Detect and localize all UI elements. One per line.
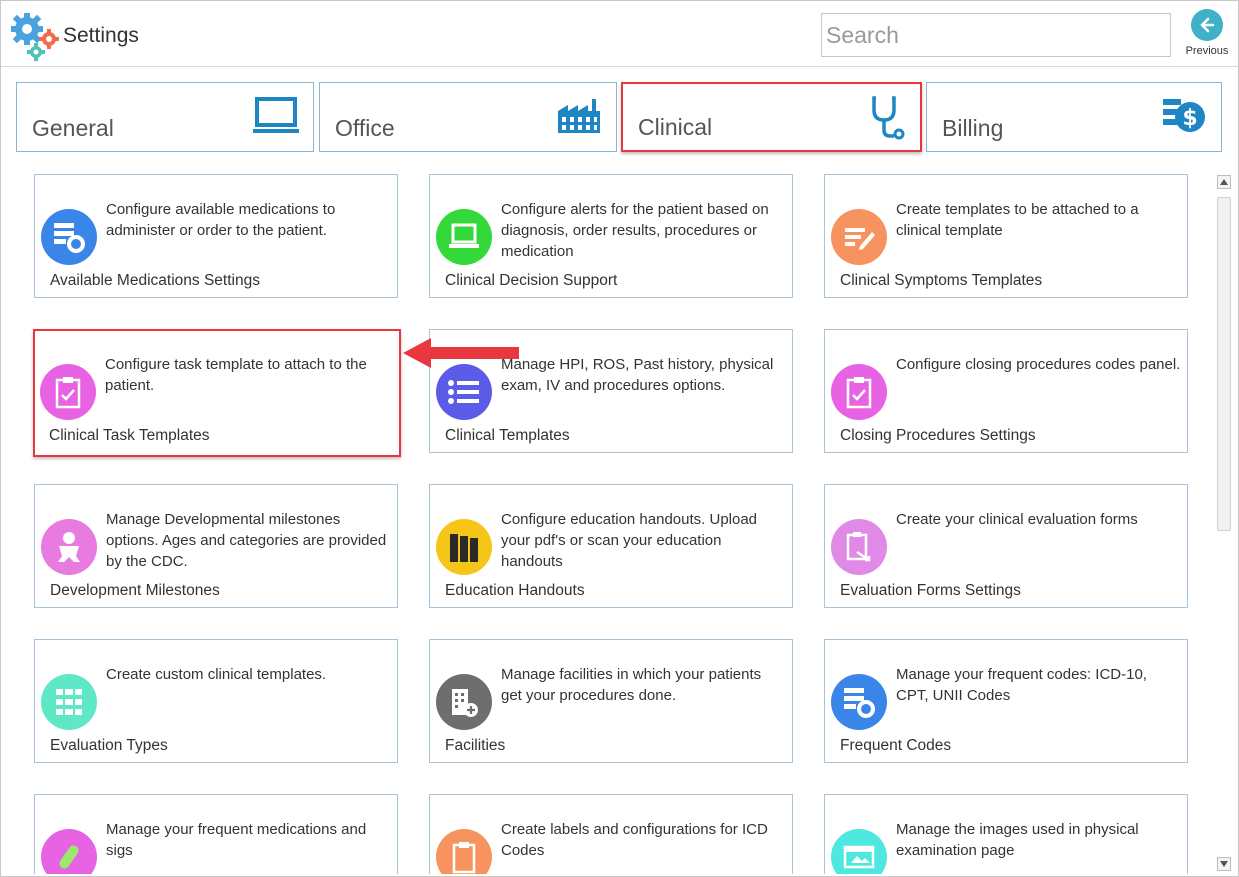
building-add-icon — [436, 674, 492, 730]
card-evaluation-forms-settings[interactable]: Create your clinical evaluation forms Ev… — [824, 484, 1188, 608]
card-title: Clinical Symptoms Templates — [840, 272, 1043, 289]
edit-list-icon — [831, 209, 887, 265]
clipboard-icon — [436, 829, 492, 874]
svg-text:$: $ — [1182, 106, 1197, 131]
settings-window: Settings Previous General Office Clinica… — [0, 0, 1239, 877]
clipboard-check-icon — [831, 364, 887, 420]
card-icd-labels[interactable]: Create labels and configurations for ICD… — [429, 794, 793, 874]
tab-office-label: Office — [335, 115, 395, 141]
tab-clinical[interactable]: Clinical — [621, 82, 922, 152]
card-title: Closing Procedures Settings — [840, 427, 1036, 444]
card-title: Development Milestones — [50, 582, 220, 599]
books-icon — [436, 519, 492, 575]
card-title: Facilities — [445, 737, 506, 754]
card-clinical-symptoms-templates[interactable]: Create templates to be attached to a cli… — [824, 174, 1188, 298]
card-description: Configure available medications to admin… — [106, 201, 336, 239]
baby-icon — [41, 519, 97, 575]
settings-list-icon — [831, 674, 887, 730]
form-edit-icon — [831, 519, 887, 575]
scroll-thumb[interactable] — [1217, 197, 1231, 531]
card-description: Configure task template to attach to the… — [105, 356, 367, 394]
card-frequent-codes[interactable]: Manage your frequent codes: ICD-10, CPT,… — [824, 639, 1188, 763]
clipboard-check-icon — [40, 364, 96, 420]
chevron-down-icon — [1220, 861, 1228, 867]
card-frequent-medications[interactable]: Manage your frequent medications and sig… — [34, 794, 398, 874]
list-icon — [436, 364, 492, 420]
card-description: Create templates to be attached to a cli… — [896, 201, 1139, 239]
card-description: Manage the images used in physical exami… — [896, 821, 1139, 859]
search-input[interactable] — [821, 13, 1171, 57]
card-title: Evaluation Forms Settings — [840, 582, 1021, 599]
tab-general[interactable]: General — [16, 82, 314, 152]
card-title: Clinical Task Templates — [49, 427, 210, 444]
card-description: Manage Developmental milestones options.… — [106, 511, 387, 570]
card-title: Education Handouts — [445, 582, 585, 599]
card-evaluation-types[interactable]: Create custom clinical templates. Evalua… — [34, 639, 398, 763]
previous-button[interactable]: Previous — [1181, 9, 1233, 63]
app-title: Settings — [63, 24, 139, 47]
card-available-medications[interactable]: Configure available medications to admin… — [34, 174, 398, 298]
scroll-down-button[interactable] — [1217, 857, 1231, 871]
card-education-handouts[interactable]: Configure education handouts. Upload you… — [429, 484, 793, 608]
card-description: Configure alerts for the patient based o… — [501, 201, 769, 260]
card-description: Configure education handouts. Upload you… — [501, 511, 758, 570]
card-title: Clinical Decision Support — [445, 272, 618, 289]
header: Settings Previous — [1, 1, 1238, 67]
card-description: Manage your frequent codes: ICD-10, CPT,… — [896, 666, 1147, 704]
grid-icon — [41, 674, 97, 730]
monitor-icon — [253, 97, 299, 133]
card-clinical-task-templates[interactable]: Configure task template to attach to the… — [33, 329, 401, 457]
card-development-milestones[interactable]: Manage Developmental milestones options.… — [34, 484, 398, 608]
card-description: Configure closing procedures codes panel… — [896, 356, 1181, 373]
billing-icon: $ — [1163, 99, 1205, 132]
chevron-up-icon — [1220, 179, 1228, 185]
laptop-icon — [436, 209, 492, 265]
card-description: Create your clinical evaluation forms — [896, 511, 1138, 528]
card-description: Create labels and configurations for ICD… — [501, 821, 768, 859]
card-facilities[interactable]: Manage facilities in which your patients… — [429, 639, 793, 763]
previous-label: Previous — [1185, 45, 1229, 57]
image-icon — [831, 829, 887, 874]
scroll-up-button[interactable] — [1217, 175, 1231, 189]
back-arrow-icon — [1191, 9, 1223, 41]
card-description: Manage HPI, ROS, Past history, physical … — [501, 356, 774, 394]
card-description: Create custom clinical templates. — [106, 666, 327, 683]
pill-icon — [41, 829, 97, 874]
gears-logo-icon — [11, 13, 59, 61]
card-description: Manage facilities in which your patients… — [501, 666, 762, 704]
card-title: Frequent Codes — [840, 737, 952, 754]
card-closing-procedures-settings[interactable]: Configure closing procedures codes panel… — [824, 329, 1188, 453]
card-title: Evaluation Types — [50, 737, 168, 754]
card-title: Available Medications Settings — [50, 272, 260, 289]
factory-icon — [558, 99, 600, 133]
tab-clinical-label: Clinical — [638, 114, 713, 140]
settings-grid: Configure available medications to admin… — [17, 166, 1213, 874]
tab-general-label: General — [32, 115, 114, 141]
vertical-scrollbar[interactable] — [1215, 173, 1233, 873]
tab-office[interactable]: Office — [319, 82, 617, 152]
stethoscope-icon — [872, 96, 905, 140]
card-physical-exam-images[interactable]: Manage the images used in physical exami… — [824, 794, 1188, 874]
card-clinical-decision-support[interactable]: Configure alerts for the patient based o… — [429, 174, 793, 298]
annotation-arrow-icon — [403, 338, 519, 368]
settings-list-icon — [41, 209, 97, 265]
card-description: Manage your frequent medications and sig… — [106, 821, 367, 859]
tab-billing-label: Billing — [942, 115, 1004, 141]
card-title: Clinical Templates — [445, 427, 570, 444]
tab-billing[interactable]: Billing $ — [926, 82, 1222, 152]
